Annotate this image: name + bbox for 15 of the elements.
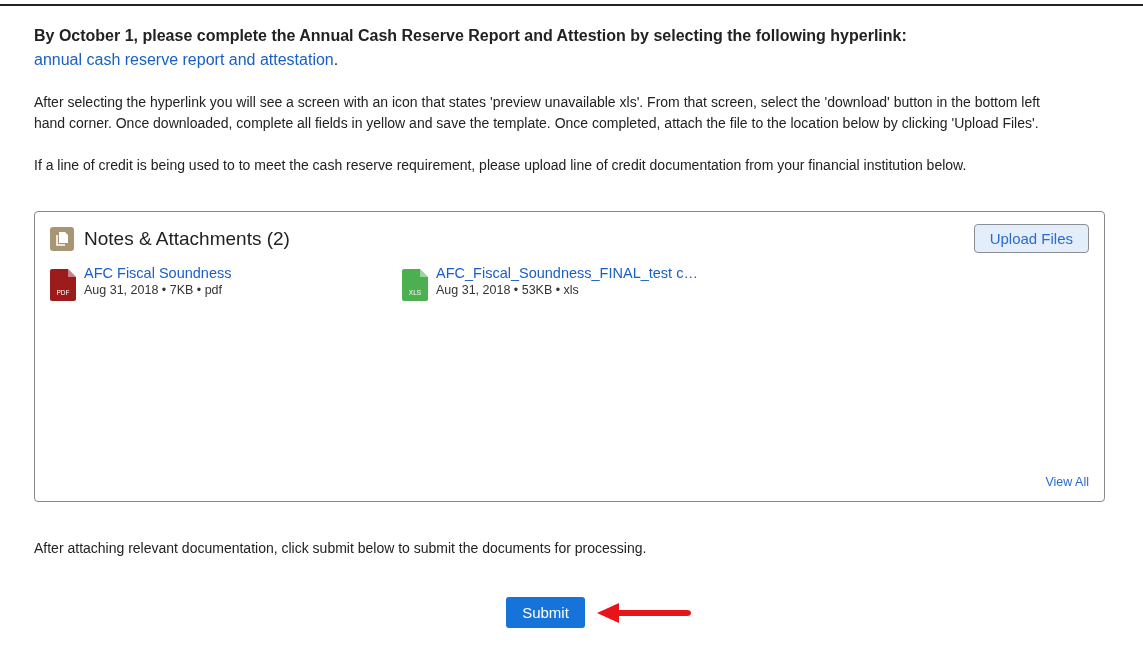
- view-all-link[interactable]: View All: [1045, 475, 1089, 489]
- file-meta: Aug 31, 2018 • 7KB • pdf: [84, 283, 223, 297]
- instruction-text: If a line of credit is being used to to meet the cash reserve requirement, please upload line of credit documentation from your financial institution below.: [34, 156, 968, 175]
- submit-button[interactable]: Submit: [506, 597, 585, 628]
- file-link[interactable]: AFC Fiscal Soundness: [84, 265, 232, 281]
- arrow-icon: [596, 600, 693, 625]
- footer-text: After attaching relevant documentation, click submit below to submit the documents for processing.: [34, 540, 648, 556]
- report-link[interactable]: annual cash reserve report and attestation: [34, 51, 334, 68]
- section-title: Notes & Attachments (2): [84, 227, 290, 250]
- documents-icon: [50, 226, 74, 251]
- file-link[interactable]: AFC_Fiscal_Soundness_FINAL_test c…: [436, 265, 698, 281]
- instruction-heading: By October 1, please complete the Annual Cash Reserve Report and Attestion by selecting the following hyperlink: annual cash reserve report and attestation.: [34, 26, 908, 70]
- upload-files-button[interactable]: Upload Files: [973, 224, 1089, 253]
- instruction-text: After selecting the hyperlink you will see a screen with an icon that states 'preview unavailable xls'. From that screen, select the 'download' button in the bottom left hand corner. Once downloaded, complete all fields in yellow and save the template. Once completed, attach the file to the location below by clicking 'Upload Files'.: [34, 93, 1041, 133]
- file-meta: Aug 31, 2018 • 53KB • xls: [436, 283, 579, 297]
